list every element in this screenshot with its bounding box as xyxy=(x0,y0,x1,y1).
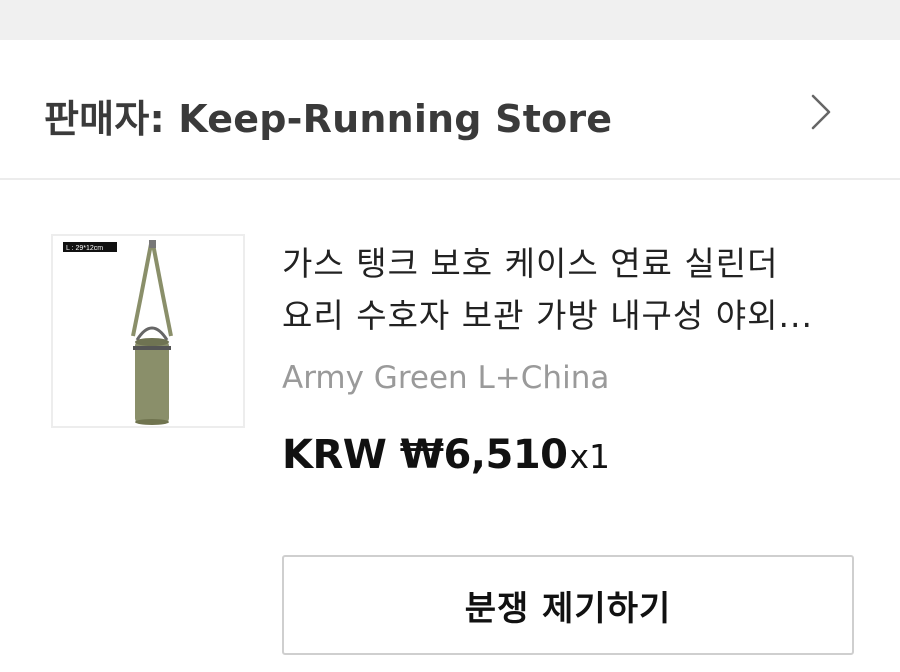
product-price: KRW ₩6,510 xyxy=(282,432,568,478)
price-row: KRW ₩6,510x1 xyxy=(282,432,610,478)
product-title-line-2: 요리 수호자 보관 가방 내구성 야외... xyxy=(282,296,813,335)
product-thumbnail[interactable]: L : 29*12cm xyxy=(51,234,245,428)
order-item: L : 29*12cm 가스 탱크 보호 케이스 연료 실린더 요리 수호자 보… xyxy=(0,182,900,672)
size-label: L : 29*12cm xyxy=(66,245,103,252)
product-title[interactable]: 가스 탱크 보호 케이스 연료 실린더 요리 수호자 보관 가방 내구성 야외.… xyxy=(282,238,862,342)
product-title-line-1: 가스 탱크 보호 케이스 연료 실린더 xyxy=(282,244,779,283)
open-dispute-button[interactable]: 분쟁 제기하기 xyxy=(282,555,854,655)
bag-image: L : 29*12cm xyxy=(63,240,173,425)
seller-name: 판매자: Keep-Running Store xyxy=(44,97,613,141)
seller-row[interactable]: 판매자: Keep-Running Store xyxy=(0,40,900,180)
top-spacer-bar xyxy=(0,0,900,40)
product-variant: Army Green L+China xyxy=(282,360,610,396)
chevron-right-icon[interactable] xyxy=(804,92,836,132)
product-quantity: x1 xyxy=(569,437,611,476)
